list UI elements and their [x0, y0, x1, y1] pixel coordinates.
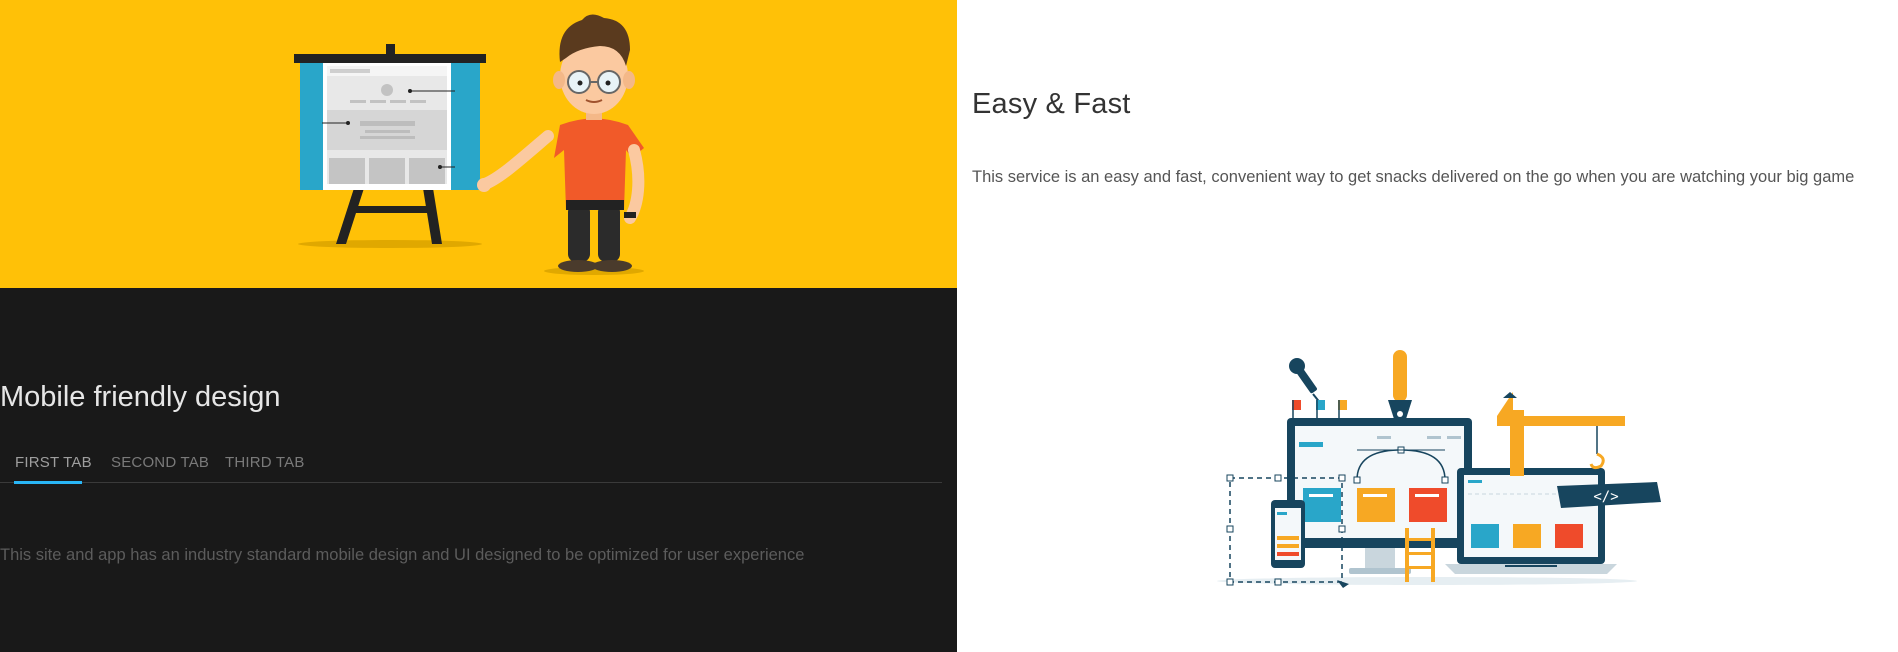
dropper-icon: [1289, 358, 1322, 405]
web-devices-illustration-icon: </>: [1217, 350, 1661, 588]
tab-bar: FIRST TAB SECOND TAB THIRD TAB: [0, 448, 942, 484]
section-title: Mobile friendly design: [0, 381, 281, 413]
tab-second[interactable]: SECOND TAB: [111, 454, 209, 483]
tab-third[interactable]: THIRD TAB: [225, 454, 305, 483]
mobile-section: Mobile friendly design FIRST TAB SECOND …: [0, 288, 957, 652]
feature-title: Easy & Fast: [972, 88, 1131, 120]
hero-illustration: [0, 0, 957, 288]
tab-active-indicator: [14, 481, 82, 484]
feature-block: Easy & Fast This service is an easy and …: [957, 0, 1898, 288]
tab-content: This site and app has an industry standa…: [0, 546, 805, 564]
feature-description: This service is an easy and fast, conven…: [972, 168, 1855, 186]
presenter-illustration-icon: [294, 14, 645, 275]
web-design-illustration: </>: [957, 288, 1898, 652]
code-tag-label: </>: [1593, 489, 1618, 505]
tab-first[interactable]: FIRST TAB: [15, 454, 92, 483]
